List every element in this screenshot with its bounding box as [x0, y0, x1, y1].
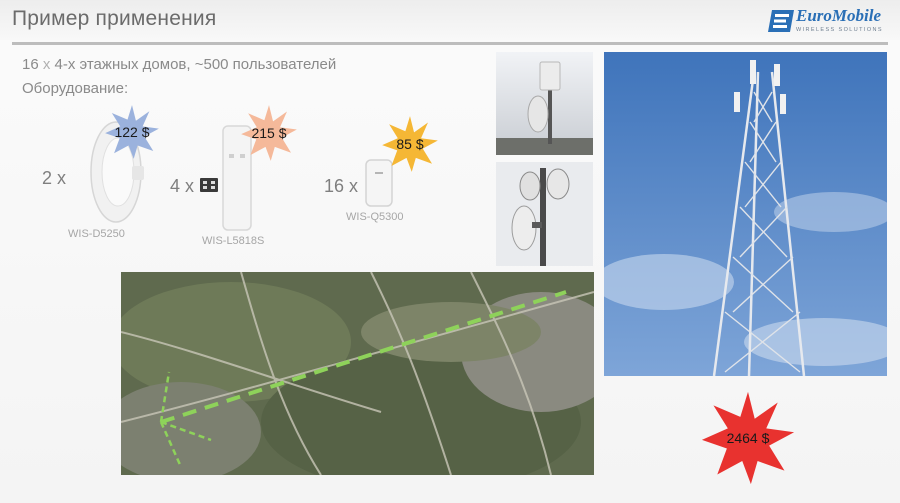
bracket-icon: [200, 178, 218, 192]
site-description: 16 x 4-х этажных домов, ~500 пользовател…: [22, 56, 336, 73]
slide-title: Пример применения: [12, 7, 217, 30]
total-price-burst: 2464 $: [700, 390, 796, 486]
satellite-map: [121, 272, 594, 475]
antenna-photo-bottom: [496, 162, 593, 266]
header-rule: [12, 42, 888, 45]
equipment-qty-3: 16 x: [324, 176, 359, 196]
building-count: 16: [22, 56, 39, 73]
equipment-heading: Оборудование:: [22, 80, 129, 97]
tower-photo: [604, 52, 887, 376]
equipment-qty-1: 2 x: [42, 168, 67, 188]
building-description: 4-х этажных домов, ~500 пользователей: [54, 56, 337, 73]
equipment-model-1: WIS-D5250: [68, 228, 125, 240]
equipment-model-2: WIS-L5818S: [202, 235, 265, 247]
euromobile-logo-icon: [768, 10, 794, 32]
price-label-3: 85 $: [396, 136, 424, 152]
price-label-1: 122 $: [114, 124, 150, 140]
tower-photo-image: [604, 52, 887, 376]
logo-text: EuroMobile: [796, 6, 882, 25]
satellite-map-image: [121, 272, 594, 475]
equipment-qty-2: 4 x: [170, 176, 195, 196]
antenna-photo-bottom-image: [496, 162, 593, 266]
price-burst-1: 122 $: [104, 104, 160, 160]
slide: Пример применения EuroMobile WIRELESS SO…: [0, 0, 900, 503]
logo-tagline: WIRELESS SOLUTIONS: [796, 27, 883, 33]
antenna-photo-top-image: [496, 52, 593, 155]
total-price-label: 2464 $: [726, 430, 770, 446]
price-label-2: 215 $: [251, 125, 287, 141]
price-burst-3: 85 $: [381, 115, 439, 173]
logo: EuroMobile WIRELESS SOLUTIONS: [766, 4, 888, 40]
price-burst-2: 215 $: [240, 104, 298, 162]
multiplier-sign: x: [42, 56, 51, 73]
antenna-photo-top: [496, 52, 593, 155]
equipment-model-3: WIS-Q5300: [346, 211, 404, 223]
